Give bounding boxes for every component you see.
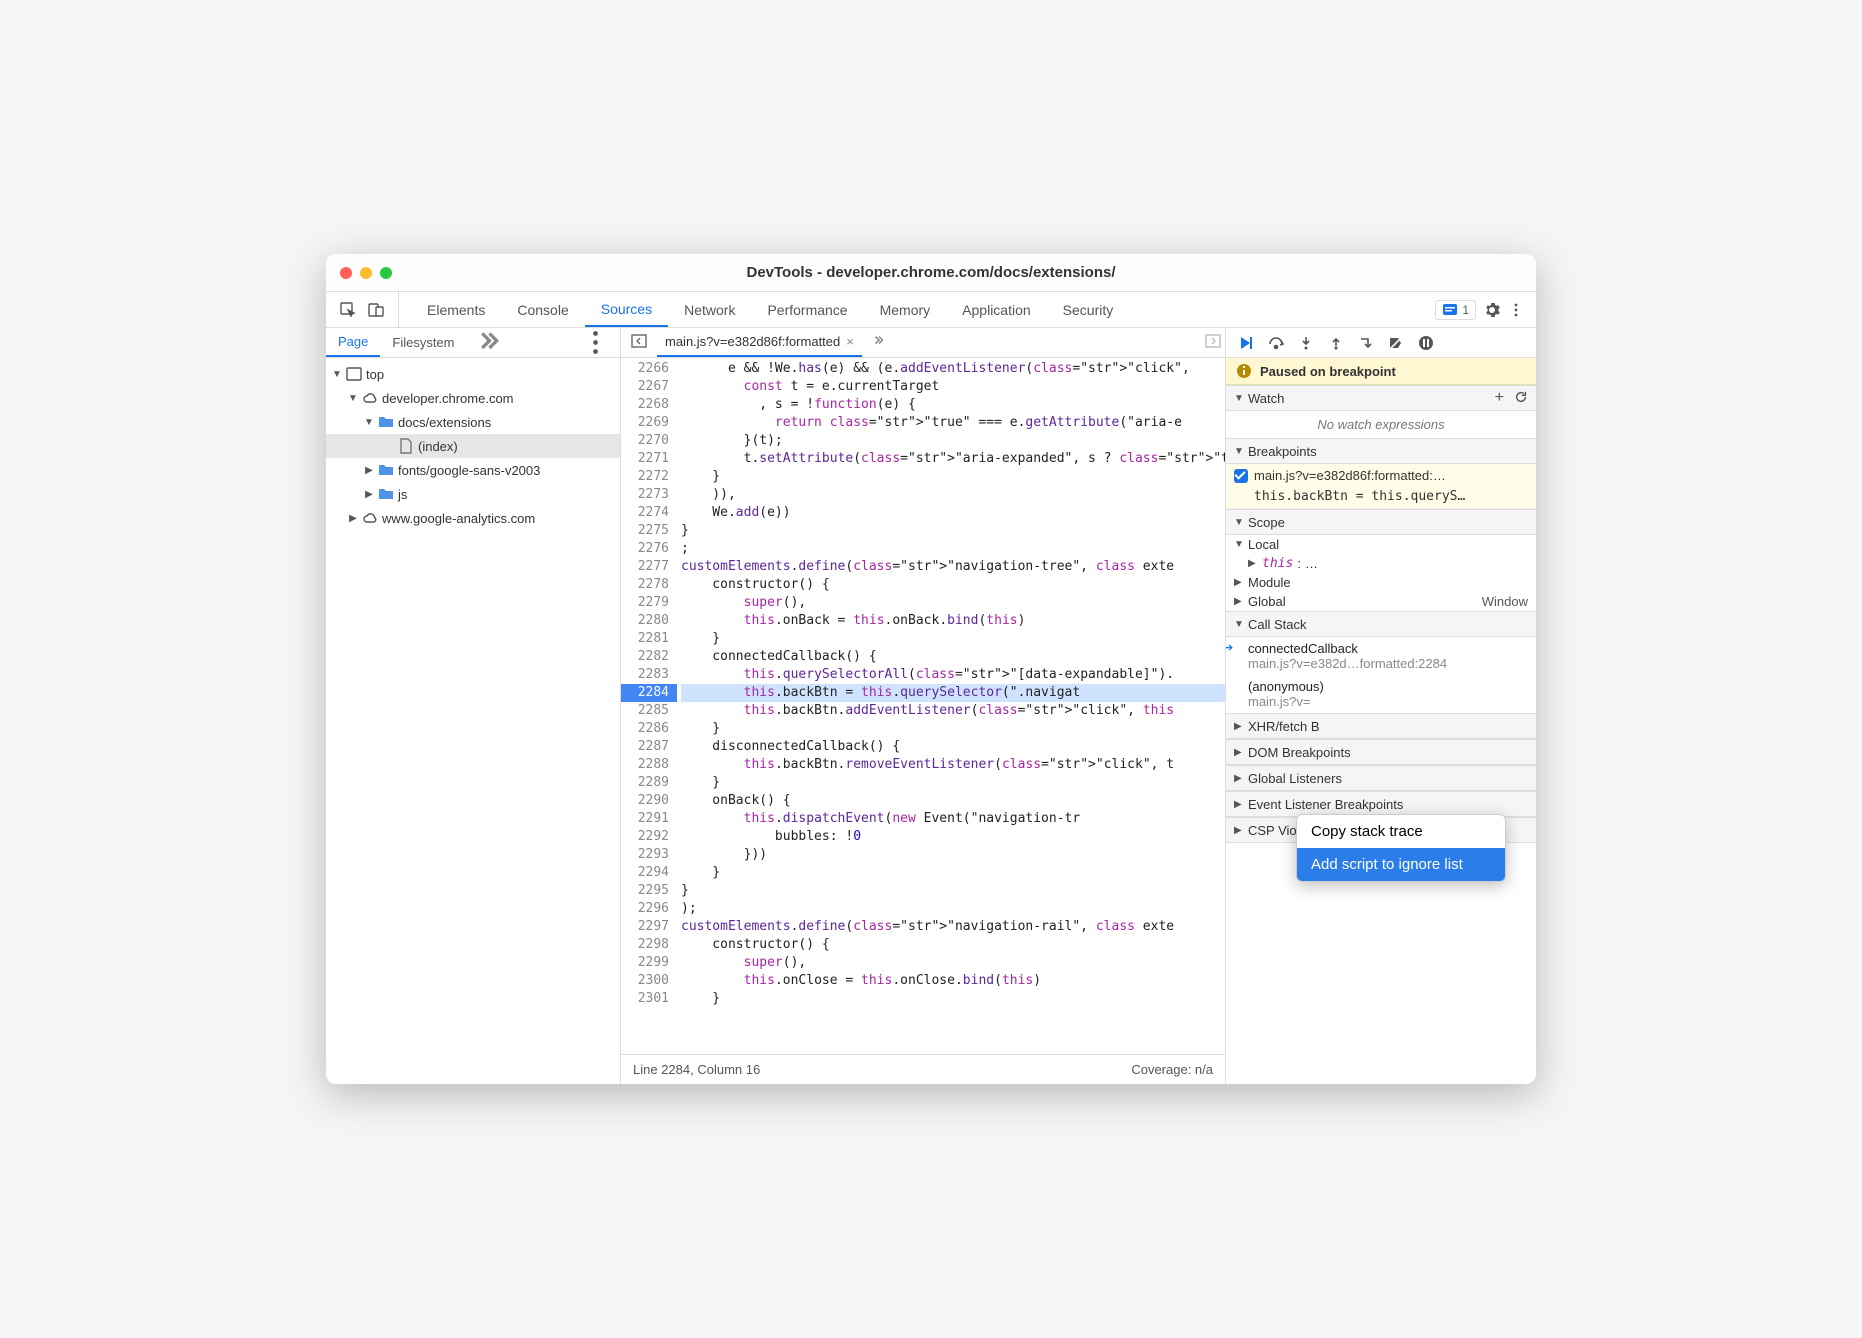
watch-empty: No watch expressions bbox=[1226, 411, 1536, 438]
file-tab-main[interactable]: main.js?v=e382d86f:formatted × bbox=[657, 328, 862, 357]
tree-folder-fonts[interactable]: ▶ fonts/google-sans-v2003 bbox=[326, 458, 620, 482]
filesystem-tab[interactable]: Filesystem bbox=[380, 328, 466, 357]
global-listeners-header[interactable]: ▶Global Listeners bbox=[1226, 765, 1536, 791]
main-tab-application[interactable]: Application bbox=[946, 292, 1047, 327]
nav-back-icon[interactable] bbox=[627, 333, 651, 352]
tree-origin-1[interactable]: ▼ developer.chrome.com bbox=[326, 386, 620, 410]
traffic-lights bbox=[340, 267, 392, 279]
issues-icon bbox=[1442, 302, 1458, 318]
code-editor[interactable]: 2266226722682269227022712272227322742275… bbox=[621, 358, 1225, 1054]
file-tree: ▼ top ▼ developer.chrome.com ▼ docs/exte… bbox=[326, 358, 620, 1084]
window-title: DevTools - developer.chrome.com/docs/ext… bbox=[326, 264, 1536, 281]
devtools-window: DevTools - developer.chrome.com/docs/ext… bbox=[326, 254, 1536, 1084]
watch-header[interactable]: ▼ Watch + bbox=[1226, 385, 1536, 411]
frame-icon bbox=[346, 366, 362, 382]
step-out-icon[interactable] bbox=[1328, 335, 1344, 351]
folder-icon bbox=[378, 414, 394, 430]
breakpoint-label: main.js?v=e382d86f:formatted:… bbox=[1254, 468, 1446, 483]
callstack-header[interactable]: ▼Call Stack bbox=[1226, 611, 1536, 637]
cloud-icon bbox=[362, 510, 378, 526]
minimize-window-button[interactable] bbox=[360, 267, 372, 279]
issues-chip[interactable]: 1 bbox=[1435, 300, 1476, 320]
callstack-frame-1[interactable]: (anonymous) main.js?v= bbox=[1226, 675, 1536, 713]
main-tab-network[interactable]: Network bbox=[668, 292, 751, 327]
breakpoint-item[interactable]: main.js?v=e382d86f:formatted:… this.back… bbox=[1226, 464, 1536, 509]
close-window-button[interactable] bbox=[340, 267, 352, 279]
breakpoints-header[interactable]: ▼ Breakpoints bbox=[1226, 438, 1536, 464]
page-tab[interactable]: Page bbox=[326, 328, 380, 357]
debugger-pane: Paused on breakpoint ▼ Watch + No watch … bbox=[1226, 328, 1536, 1084]
status-bar: Line 2284, Column 16 Coverage: n/a bbox=[621, 1054, 1225, 1084]
breakpoint-code: this.backBtn = this.queryS… bbox=[1234, 489, 1528, 504]
document-icon bbox=[398, 438, 414, 454]
callstack-frame-0[interactable]: connectedCallback main.js?v=e382d…format… bbox=[1226, 637, 1536, 675]
main-tab-security[interactable]: Security bbox=[1047, 292, 1130, 327]
scope-global[interactable]: ▶GlobalWindow bbox=[1226, 592, 1536, 611]
info-icon bbox=[1236, 363, 1252, 379]
navigator-kebab-icon[interactable] bbox=[571, 328, 620, 357]
content-area: Page Filesystem ▼ top ▼ develop bbox=[326, 328, 1536, 1084]
refresh-watch-icon[interactable] bbox=[1514, 390, 1528, 407]
coverage-status: Coverage: n/a bbox=[1131, 1062, 1213, 1077]
main-tab-memory[interactable]: Memory bbox=[864, 292, 947, 327]
settings-gear-icon[interactable] bbox=[1484, 302, 1500, 318]
cloud-icon bbox=[362, 390, 378, 406]
step-icon[interactable] bbox=[1358, 335, 1374, 351]
main-tab-sources[interactable]: Sources bbox=[585, 292, 668, 327]
cursor-position: Line 2284, Column 16 bbox=[633, 1062, 760, 1077]
more-tabs-chevron-icon[interactable] bbox=[1129, 302, 1145, 318]
navigator-pane: Page Filesystem ▼ top ▼ develop bbox=[326, 328, 621, 1084]
context-menu: Copy stack trace Add script to ignore li… bbox=[1296, 814, 1506, 882]
tree-folder-docs[interactable]: ▼ docs/extensions bbox=[326, 410, 620, 434]
device-toolbar-icon[interactable] bbox=[368, 302, 384, 318]
inspect-element-icon[interactable] bbox=[340, 302, 356, 318]
pause-on-exceptions-icon[interactable] bbox=[1418, 335, 1434, 351]
ctx-copy-stack-trace[interactable]: Copy stack trace bbox=[1297, 815, 1505, 848]
tree-folder-js[interactable]: ▶ js bbox=[326, 482, 620, 506]
kebab-menu-icon[interactable] bbox=[1508, 302, 1524, 318]
tree-origin-2[interactable]: ▶ www.google-analytics.com bbox=[326, 506, 620, 530]
pause-banner-text: Paused on breakpoint bbox=[1260, 364, 1396, 379]
main-toolbar: ElementsConsoleSourcesNetworkPerformance… bbox=[326, 292, 1536, 328]
dom-breakpoints-header[interactable]: ▶DOM Breakpoints bbox=[1226, 739, 1536, 765]
scope-this[interactable]: ▶this: … bbox=[1226, 554, 1536, 573]
more-file-tabs-icon[interactable] bbox=[868, 334, 890, 351]
scope-local[interactable]: ▼Local bbox=[1226, 535, 1536, 554]
main-tab-console[interactable]: Console bbox=[501, 292, 584, 327]
scope-header[interactable]: ▼Scope bbox=[1226, 509, 1536, 535]
file-tab-label: main.js?v=e382d86f:formatted bbox=[665, 334, 840, 349]
scope-module[interactable]: ▶Module bbox=[1226, 573, 1536, 592]
more-navigator-tabs-icon[interactable] bbox=[467, 328, 512, 357]
breakpoint-checkbox[interactable] bbox=[1234, 469, 1248, 483]
add-watch-icon[interactable]: + bbox=[1489, 389, 1510, 407]
tree-file-index[interactable]: (index) bbox=[326, 434, 620, 458]
main-tab-elements[interactable]: Elements bbox=[411, 292, 501, 327]
ctx-add-to-ignore-list[interactable]: Add script to ignore list bbox=[1297, 848, 1505, 881]
folder-icon bbox=[378, 462, 394, 478]
main-tab-performance[interactable]: Performance bbox=[751, 292, 863, 327]
maximize-window-button[interactable] bbox=[380, 267, 392, 279]
step-over-icon[interactable] bbox=[1268, 335, 1284, 351]
nav-forward-icon[interactable] bbox=[1201, 333, 1225, 352]
tree-top[interactable]: ▼ top bbox=[326, 362, 620, 386]
pause-banner: Paused on breakpoint bbox=[1226, 358, 1536, 385]
issues-count: 1 bbox=[1462, 303, 1469, 317]
xhr-breakpoints-header[interactable]: ▶XHR/fetch B bbox=[1226, 713, 1536, 739]
close-tab-icon[interactable]: × bbox=[846, 334, 854, 349]
deactivate-breakpoints-icon[interactable] bbox=[1388, 335, 1404, 351]
step-into-icon[interactable] bbox=[1298, 335, 1314, 351]
folder-icon bbox=[378, 486, 394, 502]
resume-icon[interactable] bbox=[1238, 335, 1254, 351]
debugger-toolbar bbox=[1226, 328, 1536, 358]
titlebar: DevTools - developer.chrome.com/docs/ext… bbox=[326, 254, 1536, 292]
editor-pane: main.js?v=e382d86f:formatted × 226622672… bbox=[621, 328, 1226, 1084]
